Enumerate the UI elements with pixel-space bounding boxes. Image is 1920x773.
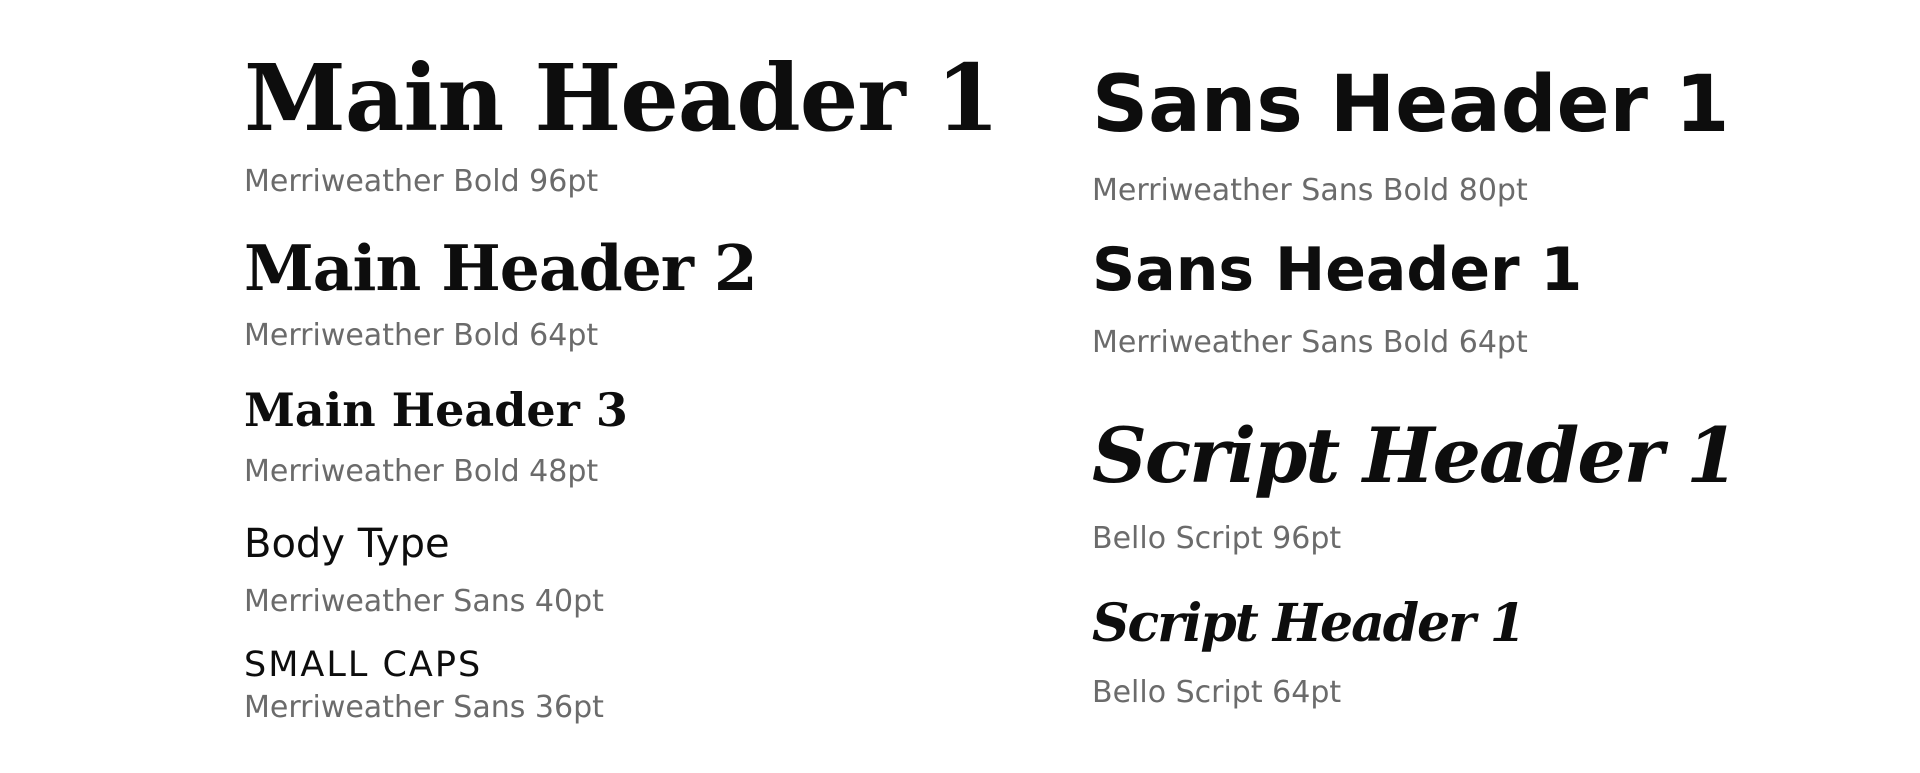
main-header-3-sample: Main Header 3 <box>244 383 628 437</box>
main-header-1-sample: Main Header 1 <box>244 44 1000 152</box>
body-type-sample: Body Type <box>244 521 450 567</box>
sans-header-1-small-sample: Sans Header 1 <box>1092 235 1583 305</box>
script-header-1-small-sample: Script Header 1 <box>1092 593 1526 654</box>
body-type-caption: Merriweather Sans 40pt <box>244 584 604 619</box>
sans-header-1-small-caption: Merriweather Sans Bold 64pt <box>1092 325 1528 360</box>
small-caps-sample: SMALL CAPS <box>244 645 483 685</box>
script-header-1-small-caption: Bello Script 64pt <box>1092 675 1342 710</box>
script-header-1-large-sample: Script Header 1 <box>1092 411 1739 500</box>
main-header-2-sample: Main Header 2 <box>244 231 758 305</box>
small-caps-caption: Merriweather Sans 36pt <box>244 690 604 725</box>
main-header-1-caption: Merriweather Bold 96pt <box>244 164 599 199</box>
main-header-2-caption: Merriweather Bold 64pt <box>244 318 599 353</box>
main-header-3-caption: Merriweather Bold 48pt <box>244 454 599 489</box>
sans-header-1-large-caption: Merriweather Sans Bold 80pt <box>1092 173 1528 208</box>
sans-header-1-large-sample: Sans Header 1 <box>1092 60 1730 150</box>
script-header-1-large-caption: Bello Script 96pt <box>1092 521 1342 556</box>
